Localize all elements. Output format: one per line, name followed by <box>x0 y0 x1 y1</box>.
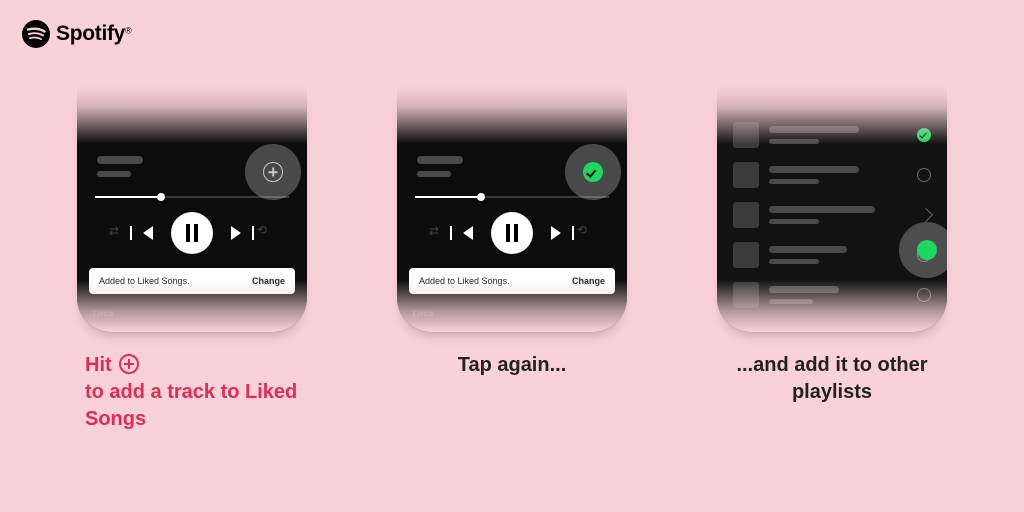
plus-circle-icon <box>119 354 139 374</box>
lyrics-label: Lyrics <box>413 309 434 318</box>
shuffle-icon[interactable] <box>111 226 125 240</box>
previous-track-icon[interactable] <box>463 226 473 240</box>
player-controls <box>77 212 307 254</box>
toast-message: Added to Liked Songs. <box>99 276 190 286</box>
chevron-right-icon <box>919 208 933 222</box>
phone-mock-1: Added to Liked Songs. Change Lyrics <box>77 86 307 332</box>
playlist-radio-icon[interactable] <box>917 288 931 302</box>
caption-3: ...and add it to other playlists <box>717 352 947 406</box>
phone-mock-3 <box>717 86 947 332</box>
toast-message: Added to Liked Songs. <box>419 276 510 286</box>
liked-button-highlight <box>565 144 621 200</box>
playlist-row[interactable] <box>733 122 931 148</box>
repeat-icon[interactable] <box>579 226 593 240</box>
spotify-logomark-icon <box>22 20 50 48</box>
caption-1: Hit to add a track to Liked Songs <box>77 352 307 433</box>
toast-change-button[interactable]: Change <box>572 276 605 286</box>
add-to-playlist-highlight <box>899 222 947 278</box>
liked-check-icon[interactable] <box>583 162 603 182</box>
add-to-playlist-icon[interactable] <box>917 240 937 260</box>
pause-button[interactable] <box>491 212 533 254</box>
now-playing-meta-placeholder <box>417 156 463 177</box>
spotify-wordmark: Spotify® <box>56 22 132 46</box>
toast-change-button[interactable]: Change <box>252 276 285 286</box>
add-button-highlight <box>245 144 301 200</box>
playlist-row[interactable] <box>733 162 931 188</box>
next-track-icon[interactable] <box>231 226 241 240</box>
spotify-logo: Spotify® <box>22 20 132 48</box>
step-2: Added to Liked Songs. Change Lyrics Tap … <box>397 86 627 433</box>
now-playing-meta-placeholder <box>97 156 143 177</box>
phone-mock-2: Added to Liked Songs. Change Lyrics <box>397 86 627 332</box>
step-1: Added to Liked Songs. Change Lyrics Hit … <box>77 86 307 433</box>
shuffle-icon[interactable] <box>431 226 445 240</box>
next-track-icon[interactable] <box>551 226 561 240</box>
step-3: ...and add it to other playlists <box>717 86 947 433</box>
repeat-icon[interactable] <box>259 226 273 240</box>
caption-2: Tap again... <box>397 352 627 379</box>
tutorial-steps: Added to Liked Songs. Change Lyrics Hit … <box>0 86 1024 433</box>
lyrics-label: Lyrics <box>93 309 114 318</box>
toast: Added to Liked Songs. Change <box>409 268 615 294</box>
playlist-radio-icon[interactable] <box>917 168 931 182</box>
toast: Added to Liked Songs. Change <box>89 268 295 294</box>
playlist-row[interactable] <box>733 202 931 228</box>
playlist-selected-icon[interactable] <box>917 128 931 142</box>
pause-button[interactable] <box>171 212 213 254</box>
player-controls <box>397 212 627 254</box>
previous-track-icon[interactable] <box>143 226 153 240</box>
add-to-liked-icon[interactable] <box>263 162 283 182</box>
playlist-row[interactable] <box>733 282 931 308</box>
